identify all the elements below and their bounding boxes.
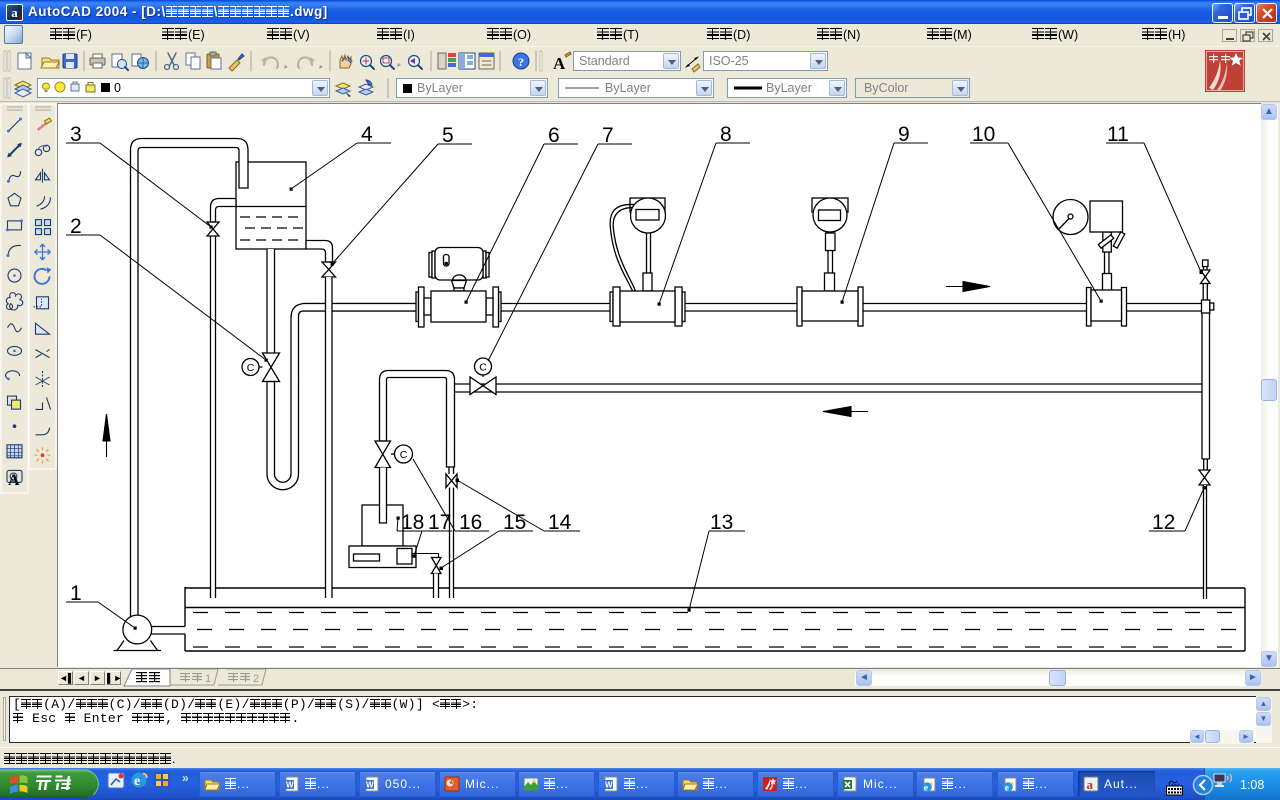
svg-text:C: C [247, 362, 255, 374]
svg-text:9: 9 [898, 123, 910, 146]
svg-text:W: W [366, 781, 374, 790]
svg-text:»: » [182, 771, 189, 785]
svg-text:18: 18 [401, 511, 424, 534]
svg-text:10: 10 [972, 123, 995, 146]
svg-text:?: ? [518, 55, 524, 69]
svg-text:2: 2 [253, 673, 259, 685]
svg-text:8: 8 [720, 123, 732, 146]
svg-text:W: W [286, 781, 294, 790]
svg-text:A: A [8, 472, 20, 489]
svg-text:11: 11 [1107, 123, 1129, 146]
svg-text:4: 4 [361, 123, 373, 146]
svg-text:6: 6 [548, 124, 560, 147]
svg-text:1:08: 1:08 [1240, 778, 1264, 792]
svg-text:13: 13 [710, 511, 733, 534]
svg-text:a: a [1087, 777, 1094, 792]
svg-text:15: 15 [503, 511, 526, 534]
svg-text:W: W [605, 781, 613, 790]
svg-text:C: C [400, 449, 408, 461]
svg-text:16: 16 [459, 511, 482, 534]
svg-text:1: 1 [205, 673, 211, 685]
svg-text:e: e [134, 774, 140, 789]
svg-text:C: C [479, 362, 487, 374]
svg-text:e: e [1005, 784, 1009, 793]
svg-text:12: 12 [1152, 511, 1175, 534]
svg-text:e: e [924, 784, 928, 793]
svg-text:3: 3 [70, 123, 82, 146]
svg-text:17: 17 [428, 511, 451, 534]
svg-text:14: 14 [548, 511, 572, 534]
svg-text:A: A [553, 54, 566, 73]
svg-text:5: 5 [442, 124, 454, 147]
svg-text:1: 1 [70, 582, 82, 605]
svg-text:7: 7 [602, 124, 614, 147]
svg-text:2: 2 [70, 215, 82, 238]
